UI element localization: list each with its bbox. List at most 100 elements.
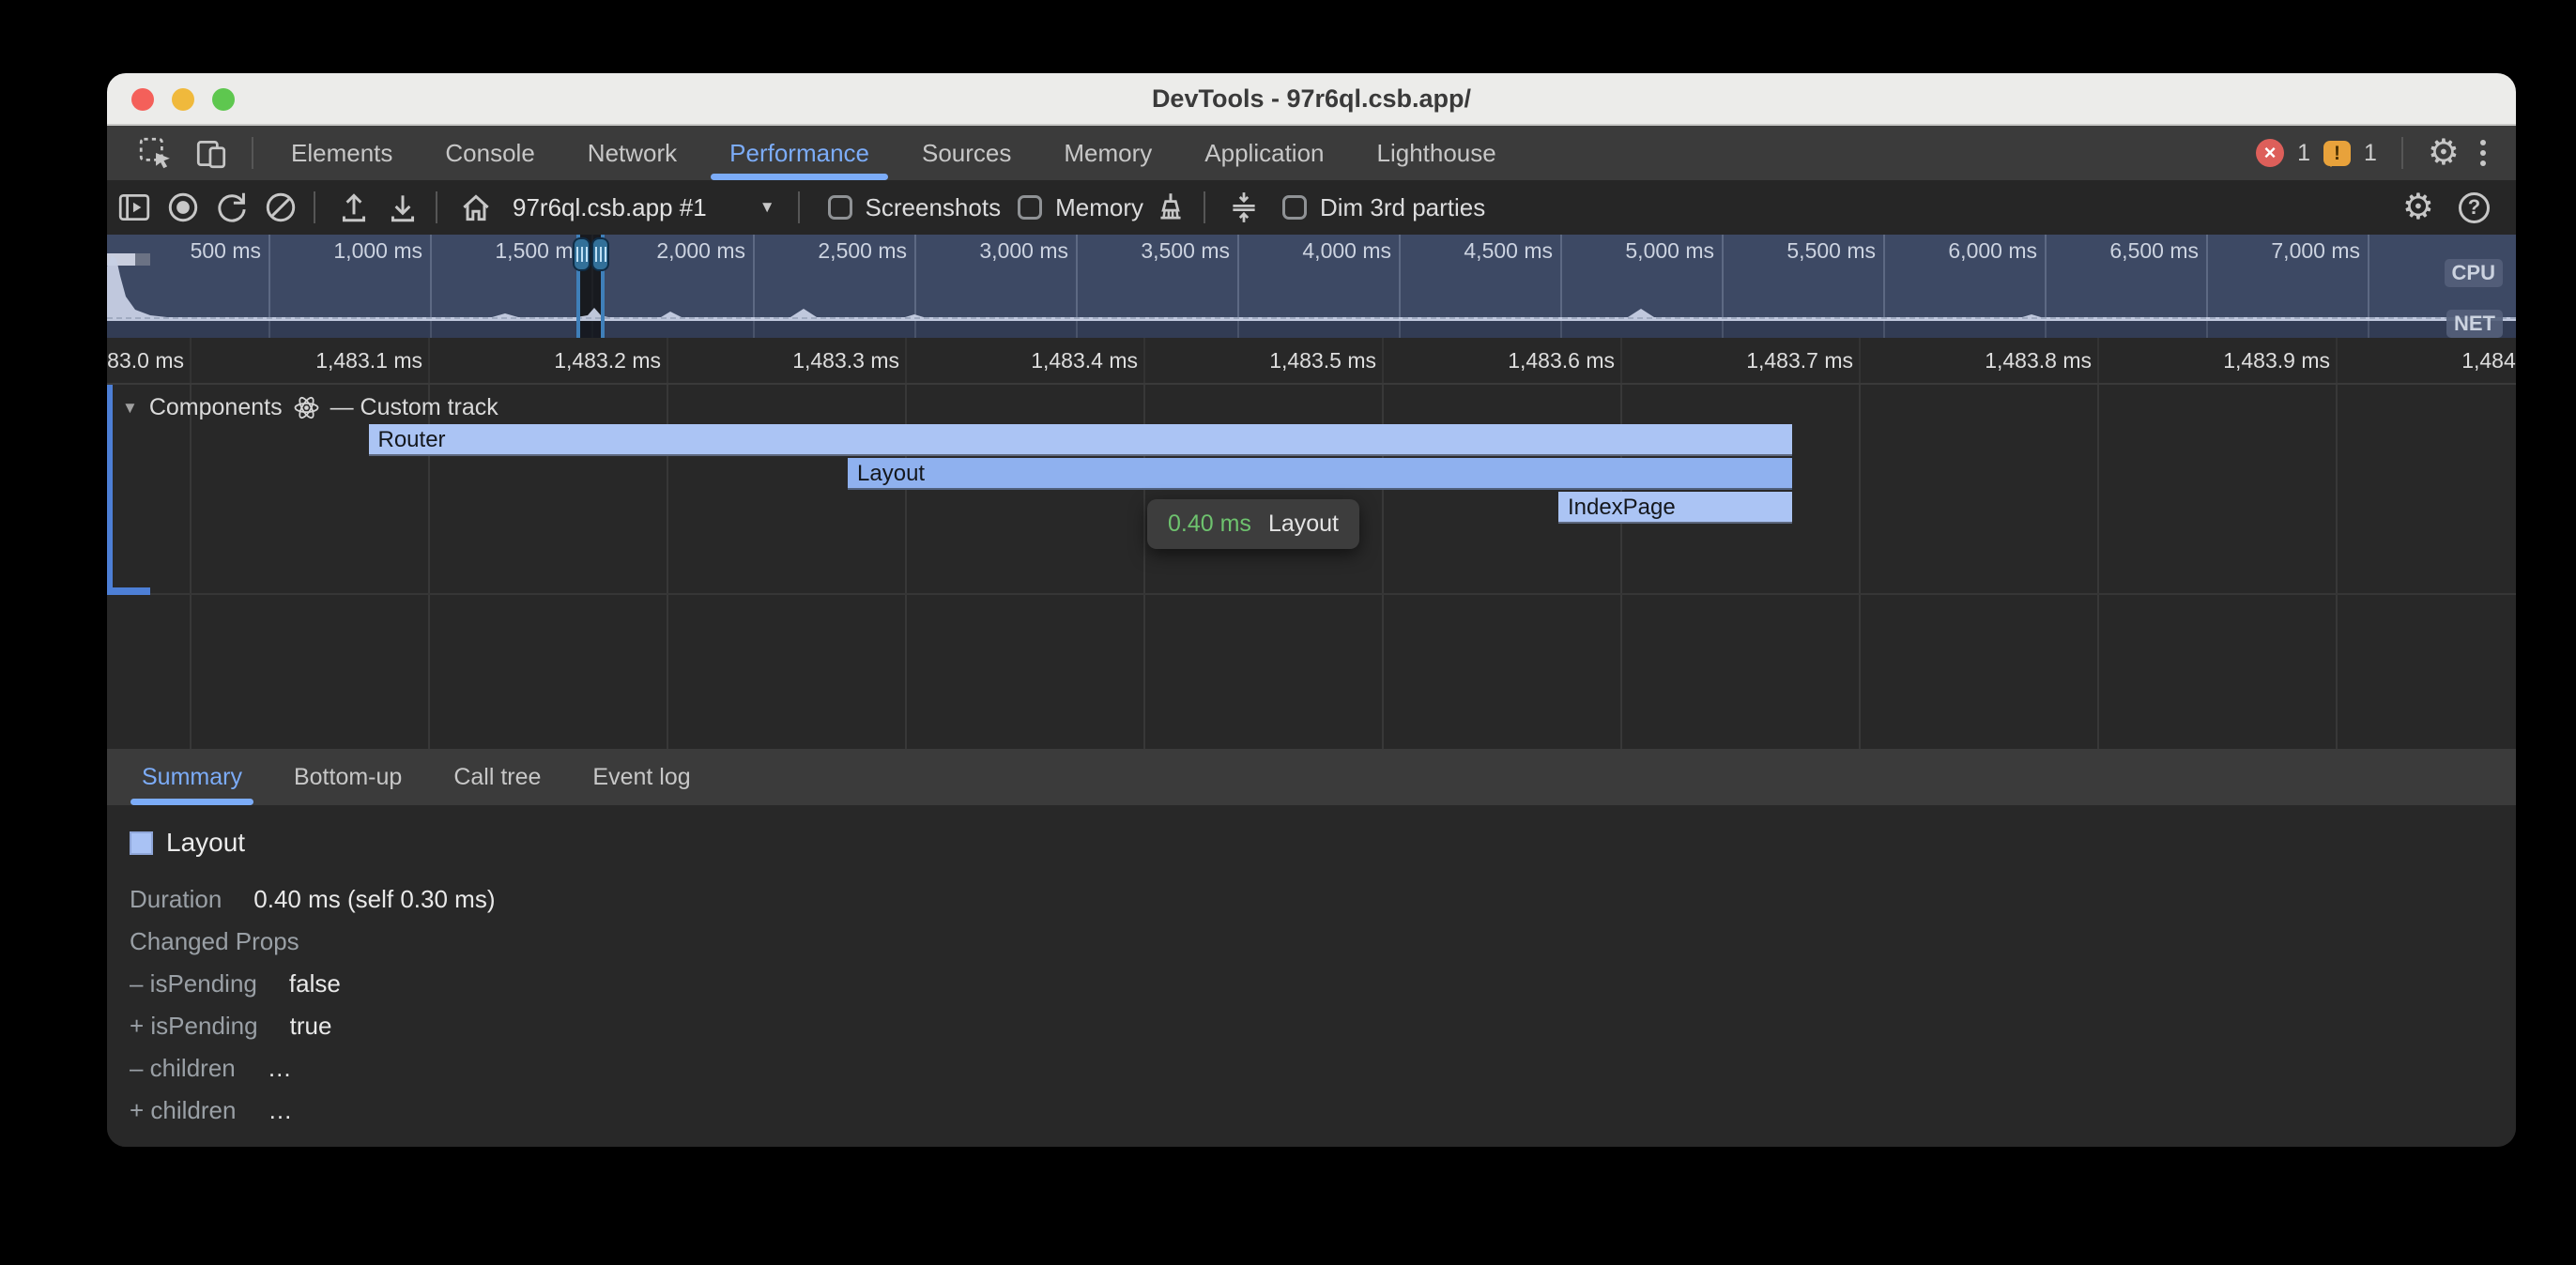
summary-row: + isPending true <box>130 1005 2516 1047</box>
separator <box>2401 137 2403 169</box>
settings-gear-icon[interactable]: ⚙ <box>2428 135 2460 171</box>
reload-record-icon[interactable] <box>210 186 253 229</box>
summary-row-value: … <box>268 1047 292 1090</box>
summary-row: + children… <box>130 1090 2516 1132</box>
overview-tick-label: 5,000 ms <box>1526 238 1714 264</box>
tab-memory[interactable]: Memory <box>1037 126 1178 180</box>
tabbar-tools <box>107 131 265 175</box>
tabbar-status: × 1 ! 1 ⚙ <box>2256 135 2516 171</box>
memory-label: Memory <box>1055 193 1143 222</box>
capture-settings-gear-icon[interactable]: ⚙ <box>2402 190 2434 225</box>
react-atom-icon <box>294 395 319 420</box>
ruler-tick-label: 1,483.8 ms <box>1848 348 2092 373</box>
dim-3rd-parties-checkbox[interactable] <box>1282 195 1307 220</box>
overview-tick-label: 2,500 ms <box>719 238 907 264</box>
issues-badge-icon[interactable]: ! <box>2323 141 2351 166</box>
memory-checkbox[interactable] <box>1018 195 1042 220</box>
titlebar: DevTools - 97r6ql.csb.app/ <box>107 73 2516 126</box>
summary-rows: Duration 0.40 ms (self 0.30 ms)Changed Pr… <box>130 878 2516 1132</box>
performance-toolbar: 97r6ql.csb.app #1 ▼ Screenshots Memory D… <box>107 180 2516 235</box>
tab-network[interactable]: Network <box>561 126 703 180</box>
summary-row-label: Duration <box>130 878 222 921</box>
flame-bar-indexpage[interactable]: IndexPage <box>1558 492 1792 524</box>
device-toolbar-icon[interactable] <box>190 131 233 175</box>
overview-tick-label: 4,000 ms <box>1204 238 1391 264</box>
selected-track-edge <box>107 385 113 595</box>
cpu-baseline-dashed-line <box>107 317 2516 319</box>
separator <box>252 137 253 169</box>
screenshots-checkbox[interactable] <box>828 195 852 220</box>
tab-console[interactable]: Console <box>419 126 560 180</box>
flame-bar-router[interactable]: Router <box>369 424 1792 456</box>
ruler-tick-label: 1,484.0 ms <box>2324 348 2516 373</box>
summary-row: – isPending false <box>130 963 2516 1005</box>
selected-track-edge-stub <box>107 587 150 595</box>
summary-row-label: Changed Props <box>130 921 299 963</box>
load-profile-icon[interactable] <box>332 186 376 229</box>
record-icon[interactable] <box>161 186 205 229</box>
clear-icon[interactable] <box>259 186 302 229</box>
tooltip-duration: 0.40 ms <box>1168 511 1251 538</box>
tab-elements[interactable]: Elements <box>265 126 419 180</box>
time-ruler: 1,483.0 ms1,483.1 ms1,483.2 ms1,483.3 ms… <box>107 338 2516 385</box>
separator <box>1204 191 1205 223</box>
summary-row: – children… <box>130 1047 2516 1090</box>
tab-sources[interactable]: Sources <box>896 126 1037 180</box>
panel-tabs: ElementsConsoleNetworkPerformanceSources… <box>265 126 1523 180</box>
issues-count: 1 <box>2364 140 2377 167</box>
details-tab-bottom-up[interactable]: Bottom-up <box>294 749 402 805</box>
error-count: 1 <box>2297 140 2310 167</box>
overview-tick-label: 7,000 ms <box>2172 238 2360 264</box>
ruler-tick-label: 1,483.5 ms <box>1132 348 1376 373</box>
overview-tick-label: 1,500 ms <box>396 238 584 264</box>
network-lane <box>107 321 2516 338</box>
summary-row-value: true <box>290 1005 332 1047</box>
details-tab-summary[interactable]: Summary <box>142 749 242 805</box>
zoom-window-button[interactable] <box>212 88 235 111</box>
summary-row-value: false <box>289 963 341 1005</box>
flame-bar-layout[interactable]: Layout <box>848 458 1792 490</box>
summary-row-value: 0.40 ms (self 0.30 ms) <box>253 878 495 921</box>
traffic-lights <box>131 88 235 111</box>
close-window-button[interactable] <box>131 88 154 111</box>
target-selector-label: 97r6ql.csb.app #1 <box>513 193 707 222</box>
summary-row-label: + children <box>130 1090 236 1132</box>
tab-performance[interactable]: Performance <box>703 126 896 180</box>
selection-left-handle[interactable] <box>573 237 590 271</box>
track-suffix: — Custom track <box>330 394 498 421</box>
overview-tick-label: 1,000 ms <box>235 238 422 264</box>
flame-chart[interactable]: ▼ Components — Custom track RouterLayout… <box>107 385 2516 749</box>
inspect-element-icon[interactable] <box>133 131 176 175</box>
separator <box>798 191 800 223</box>
overview-tick-label: 3,500 ms <box>1042 238 1230 264</box>
track-header-components[interactable]: ▼ Components — Custom track <box>122 394 498 421</box>
ruler-tick-label: 1,483.0 ms <box>107 348 184 373</box>
details-tab-call-tree[interactable]: Call tree <box>453 749 541 805</box>
overview-tick-label: 4,500 ms <box>1365 238 1553 264</box>
help-icon[interactable]: ? <box>2459 192 2490 223</box>
home-icon[interactable] <box>454 186 498 229</box>
error-badge-icon[interactable]: × <box>2256 139 2284 167</box>
ruler-tick-label: 1,483.1 ms <box>178 348 422 373</box>
ruler-tick-label: 1,483.4 ms <box>894 348 1138 373</box>
summary-row-label: + isPending <box>130 1005 258 1047</box>
toggle-sidebar-icon[interactable] <box>113 186 156 229</box>
tab-application[interactable]: Application <box>1178 126 1350 180</box>
collapse-sections-icon[interactable] <box>1222 186 1265 229</box>
summary-title: Layout <box>166 828 245 858</box>
timeline-overview[interactable]: 500 ms1,000 ms1,500 ms2,000 ms2,500 ms3,… <box>107 235 2516 338</box>
save-profile-icon[interactable] <box>381 186 424 229</box>
overview-tick-label: 6,500 ms <box>2011 238 2199 264</box>
minimize-window-button[interactable] <box>172 88 194 111</box>
summary-row-label: – isPending <box>130 963 257 1005</box>
devtools-window: DevTools - 97r6ql.csb.app/ ElementsConso… <box>107 73 2516 1147</box>
collect-garbage-icon[interactable] <box>1149 186 1192 229</box>
tab-lighthouse[interactable]: Lighthouse <box>1351 126 1523 180</box>
details-tab-event-log[interactable]: Event log <box>592 749 690 805</box>
track-name: Components <box>149 394 283 421</box>
target-selector[interactable]: 97r6ql.csb.app #1 ▼ <box>513 193 775 222</box>
more-options-icon[interactable] <box>2473 136 2493 170</box>
summary-title-row: Layout <box>130 828 2516 858</box>
expander-triangle-icon[interactable]: ▼ <box>122 399 138 418</box>
selection-right-handle[interactable] <box>591 237 609 271</box>
